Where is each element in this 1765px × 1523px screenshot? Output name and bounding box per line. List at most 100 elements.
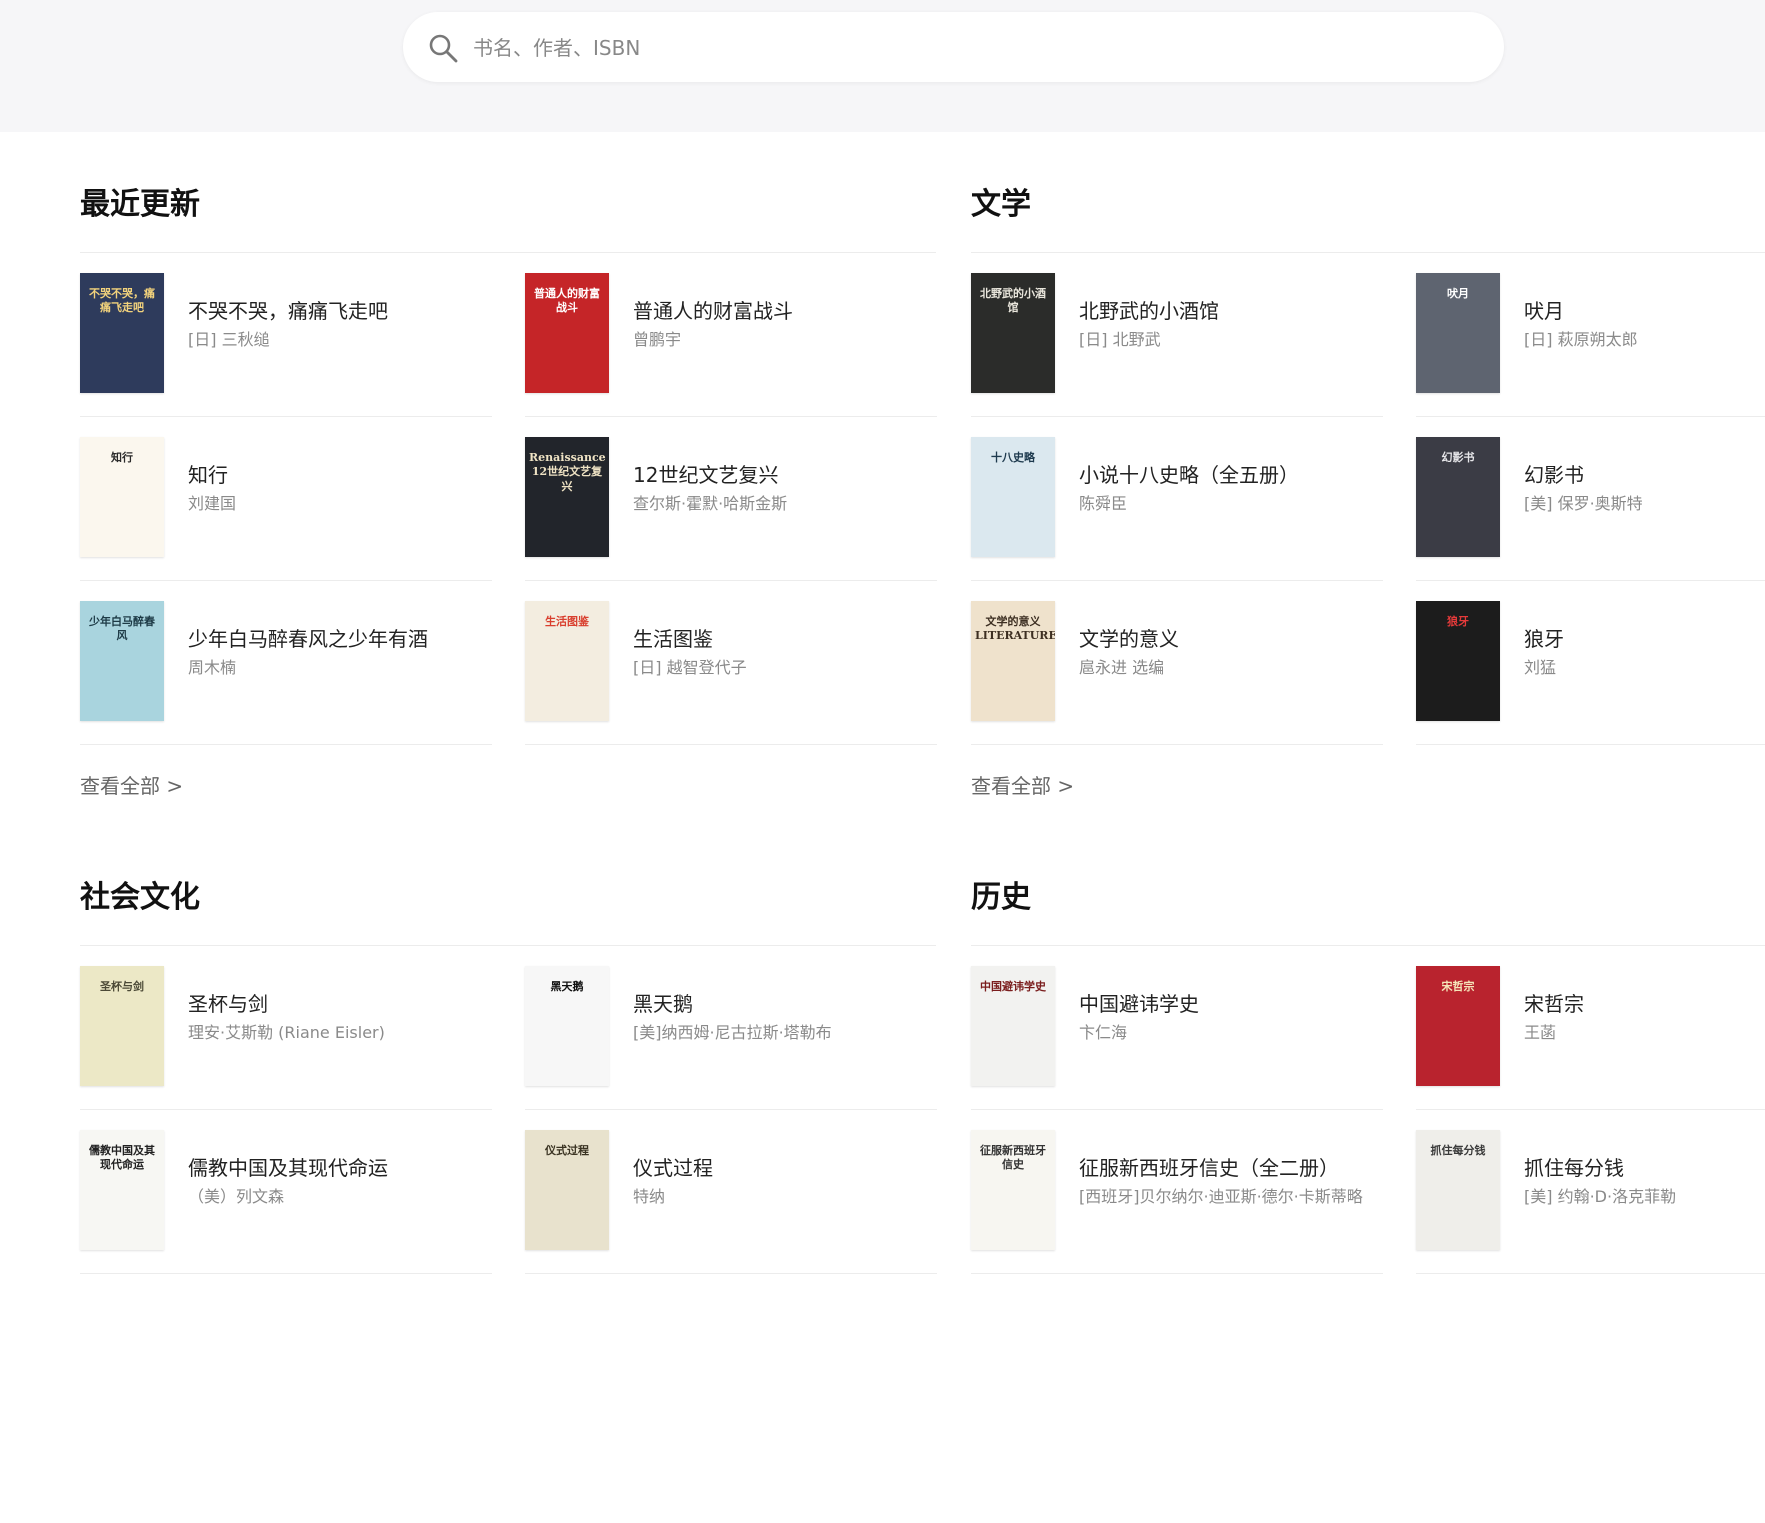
book-item[interactable]: 仪式过程 仪式过程 特纳 <box>525 1110 937 1274</box>
book-cover[interactable]: Renaissance 12世纪文艺复兴 <box>525 437 609 557</box>
book-title[interactable]: 少年白马醉春风之少年有酒 <box>188 623 428 652</box>
book-cover[interactable]: 黑天鹅 <box>525 966 609 1086</box>
row-divider <box>80 744 492 745</box>
book-cover-text: 吠月 <box>1447 287 1469 300</box>
book-item[interactable]: 黑天鹅 黑天鹅 [美]纳西姆·尼古拉斯·塔勒布 <box>525 946 937 1110</box>
book-item[interactable]: 十八史略小说十八史略（全五册） 陈舜臣 <box>971 417 1383 581</box>
book-cover-text: 不哭不哭，痛痛飞走吧 <box>89 287 155 315</box>
book-cover-text: 狼牙 <box>1447 615 1469 628</box>
book-item[interactable]: 知行 知行 刘建国 <box>80 417 492 581</box>
search-input[interactable] <box>471 27 1475 69</box>
book-title[interactable]: 不哭不哭，痛痛飞走吧 <box>188 295 388 324</box>
view-all-link[interactable]: 查看全部 > <box>80 770 183 799</box>
book-item[interactable]: 宋哲宗 宋哲宗 王菡 <box>1416 946 1765 1110</box>
book-cover[interactable]: 儒教中国及其现代命运 <box>80 1130 164 1250</box>
book-item[interactable]: 狼牙 狼牙 刘猛 <box>1416 581 1765 745</box>
view-all-link[interactable]: 查看全部 > <box>971 770 1074 799</box>
book-cover[interactable]: 幻影书 <box>1416 437 1500 557</box>
book-item[interactable]: 儒教中国及其现代命运 儒教中国及其现代命运 （美）列文森 <box>80 1110 492 1274</box>
book-title[interactable]: 普通人的财富战斗 <box>633 295 793 324</box>
book-cover-text: 十八史略 <box>991 451 1035 464</box>
book-author: 王菡 <box>1524 1023 1557 1042</box>
book-cover-text: 中国避讳学史 <box>980 980 1046 993</box>
book-cover[interactable]: 圣杯与剑 <box>80 966 164 1086</box>
book-cover-text: 仪式过程 <box>545 1144 589 1157</box>
book-title[interactable]: 宋哲宗 <box>1524 988 1584 1017</box>
book-title[interactable]: 文学的意义 <box>1079 623 1179 652</box>
book-title[interactable]: 知行 <box>188 459 228 488</box>
book-cover[interactable]: 抓住每分钱 <box>1416 1130 1500 1250</box>
book-cover[interactable]: 不哭不哭，痛痛飞走吧 <box>80 273 164 393</box>
book-item[interactable]: 幻影书 幻影书 [美] 保罗·奥斯特 <box>1416 417 1765 581</box>
book-cover[interactable]: 生活图鉴 <box>525 601 609 721</box>
book-author: 扈永进 选编 <box>1079 658 1165 677</box>
row-divider <box>971 744 1383 745</box>
book-cover[interactable]: 狼牙 <box>1416 601 1500 721</box>
book-title[interactable]: 儒教中国及其现代命运 <box>188 1152 388 1181</box>
book-title[interactable]: 生活图鉴 <box>633 623 713 652</box>
book-cover[interactable]: 北野武的小酒馆 <box>971 273 1055 393</box>
book-cover-text: 儒教中国及其现代命运 <box>89 1144 155 1172</box>
book-item[interactable]: 吠月 吠月 [日] 萩原朔太郎 <box>1416 253 1765 417</box>
section-title: 社会文化 <box>80 880 200 915</box>
book-cover[interactable]: 普通人的财富战斗 <box>525 273 609 393</box>
book-cover[interactable]: 吠月 <box>1416 273 1500 393</box>
book-author: 曾鹏宇 <box>633 330 682 349</box>
book-cover[interactable]: 文学的意义 LITERATURE <box>971 601 1055 721</box>
book-author: [日] 北野武 <box>1079 330 1161 349</box>
book-cover[interactable]: 征服新西班牙信史 <box>971 1130 1055 1250</box>
book-author: [日] 萩原朔太郎 <box>1524 330 1638 349</box>
book-item[interactable]: 普通人的财富战斗 普通人的财富战斗 曾鹏宇 <box>525 253 937 417</box>
book-cover-text: 幻影书 <box>1441 451 1475 464</box>
search-band <box>0 0 1765 132</box>
book-item[interactable]: 文学的意义 LITERATURE 文学的意义扈永进 选编 <box>971 581 1383 745</box>
book-title[interactable]: 12世纪文艺复兴 <box>633 459 778 488</box>
book-cover-text: 征服新西班牙信史 <box>980 1144 1046 1172</box>
book-cover[interactable]: 知行 <box>80 437 164 557</box>
section-0: 最近更新 不哭不哭，痛痛飞走吧 不哭不哭，痛痛飞走吧 [日] 三秋缒 普通人的财富战斗普… <box>80 190 937 830</box>
book-author: 陈舜臣 <box>1079 494 1128 513</box>
row-divider <box>1416 744 1765 745</box>
book-item[interactable]: 不哭不哭，痛痛飞走吧 不哭不哭，痛痛飞走吧 [日] 三秋缒 <box>80 253 492 417</box>
book-cover[interactable]: 十八史略 <box>971 437 1055 557</box>
book-title[interactable]: 北野武的小酒馆 <box>1079 295 1219 324</box>
book-author: [美] 约翰·D·洛克菲勒 <box>1524 1187 1677 1206</box>
book-item[interactable]: 少年白马醉春风 少年白马醉春风之少年有酒 周木楠 <box>80 581 492 745</box>
book-title[interactable]: 仪式过程 <box>633 1152 713 1181</box>
book-item[interactable]: 圣杯与剑 圣杯与剑 理安·艾斯勒 (Riane Eisler) <box>80 946 492 1110</box>
book-item[interactable]: Renaissance 12世纪文艺复兴 12世纪文艺复兴查尔斯·霍默·哈斯金斯 <box>525 417 937 581</box>
book-item[interactable]: 征服新西班牙信史 征服新西班牙信史（全二册） [西班牙]贝尔纳尔·迪亚斯·德尔·卡斯… <box>971 1110 1383 1274</box>
book-title[interactable]: 黑天鹅 <box>633 988 693 1017</box>
book-title[interactable]: 小说十八史略（全五册） <box>1079 459 1299 488</box>
book-author: 刘猛 <box>1524 658 1557 677</box>
book-item[interactable]: 中国避讳学史 中国避讳学史 卞仁海 <box>971 946 1383 1110</box>
book-author: 查尔斯·霍默·哈斯金斯 <box>633 494 788 513</box>
book-title[interactable]: 征服新西班牙信史（全二册） <box>1079 1152 1339 1181</box>
book-cover[interactable]: 少年白马醉春风 <box>80 601 164 721</box>
book-cover[interactable]: 仪式过程 <box>525 1130 609 1250</box>
book-title[interactable]: 狼牙 <box>1524 623 1564 652</box>
section-title: 文学 <box>971 187 1031 222</box>
book-cover-text: 黑天鹅 <box>550 980 584 993</box>
book-item[interactable]: 抓住每分钱 抓住每分钱 [美] 约翰·D·洛克菲勒 <box>1416 1110 1765 1274</box>
book-author: 理安·艾斯勒 (Riane Eisler) <box>188 1023 385 1042</box>
book-title[interactable]: 幻影书 <box>1524 459 1584 488</box>
book-title[interactable]: 吠月 <box>1524 295 1564 324</box>
book-cover-text: 宋哲宗 <box>1441 980 1475 993</box>
book-title[interactable]: 圣杯与剑 <box>188 988 268 1017</box>
book-author: 刘建国 <box>188 494 237 513</box>
book-item[interactable]: 北野武的小酒馆 北野武的小酒馆 [日] 北野武 <box>971 253 1383 417</box>
book-cover-text: 抓住每分钱 <box>1430 1144 1486 1157</box>
book-item[interactable]: 生活图鉴 生活图鉴 [日] 越智登代子 <box>525 581 937 745</box>
row-divider <box>525 744 937 745</box>
book-author: [日] 三秋缒 <box>188 330 270 349</box>
book-title[interactable]: 抓住每分钱 <box>1524 1152 1624 1181</box>
book-title[interactable]: 中国避讳学史 <box>1079 988 1199 1017</box>
book-cover[interactable]: 宋哲宗 <box>1416 966 1500 1086</box>
search-icon[interactable] <box>427 32 459 64</box>
section-title: 历史 <box>971 880 1031 915</box>
book-cover-text: 圣杯与剑 <box>100 980 144 993</box>
search-bar[interactable] <box>403 12 1504 82</box>
book-cover[interactable]: 中国避讳学史 <box>971 966 1055 1086</box>
book-author: （美）列文森 <box>188 1187 285 1206</box>
